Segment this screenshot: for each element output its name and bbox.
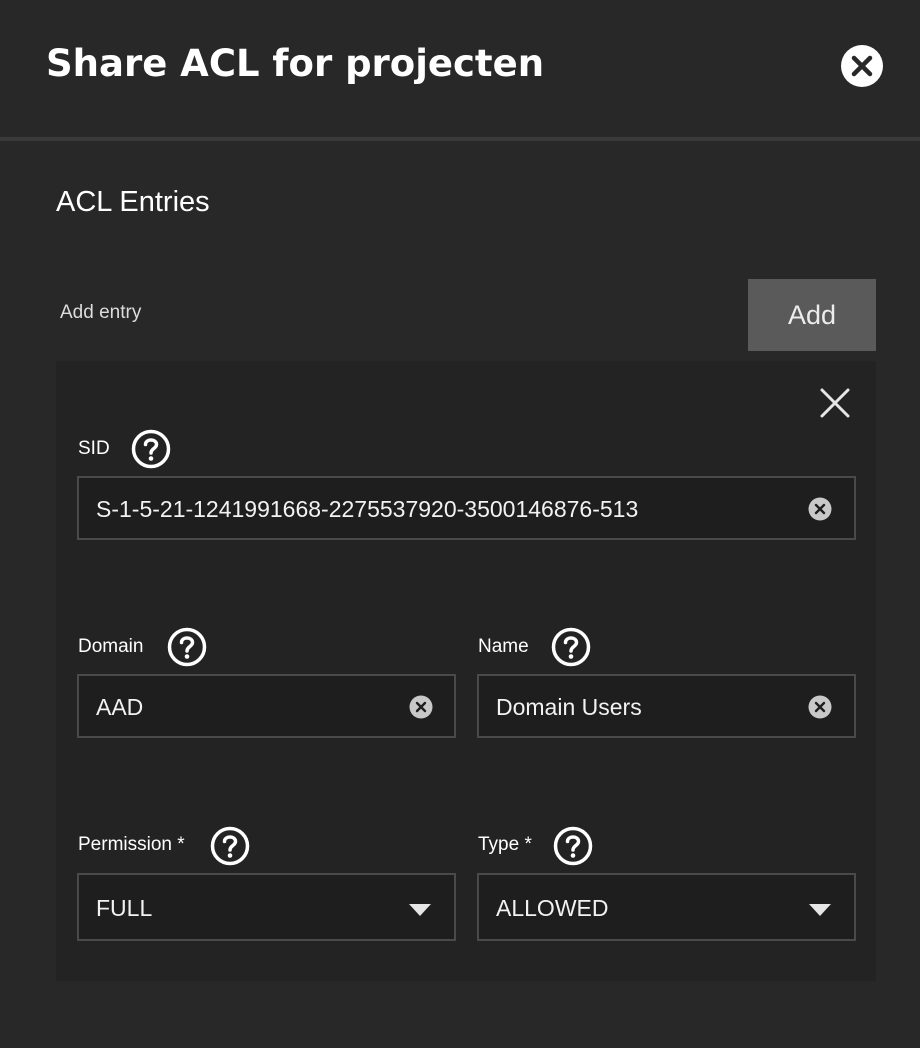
- name-value: Domain Users: [496, 694, 642, 720]
- sid-value: S-1-5-21-1241991668-2275537920-350014687…: [96, 496, 639, 522]
- chevron-down-icon: [409, 904, 431, 916]
- sid-clear-icon[interactable]: [808, 497, 832, 521]
- domain-label: Domain: [78, 636, 144, 657]
- name-help-icon[interactable]: [551, 627, 591, 667]
- remove-entry-close-icon[interactable]: [819, 387, 851, 419]
- add-entry-label: Add entry: [60, 302, 142, 323]
- type-select[interactable]: ALLOWED: [477, 873, 856, 941]
- sid-input[interactable]: S-1-5-21-1241991668-2275537920-350014687…: [77, 476, 856, 540]
- type-help-icon[interactable]: [553, 826, 593, 866]
- permission-value: FULL: [96, 895, 153, 921]
- domain-value: AAD: [96, 694, 144, 720]
- dialog-header: Share ACL for projecten: [0, 0, 920, 138]
- type-value: ALLOWED: [496, 895, 609, 921]
- name-label: Name: [478, 636, 529, 657]
- permission-help-icon[interactable]: [210, 826, 250, 866]
- header-divider: [0, 137, 920, 141]
- chevron-down-icon: [809, 904, 831, 916]
- add-entry-button[interactable]: Add: [748, 279, 876, 351]
- domain-help-icon[interactable]: [167, 627, 207, 667]
- domain-clear-icon[interactable]: [409, 695, 433, 719]
- acl-entry-card: SID S-1-5-21-1241991668-2275537920-35001…: [56, 361, 876, 981]
- dialog-title: Share ACL for projecten: [46, 42, 545, 85]
- name-input[interactable]: Domain Users: [477, 674, 856, 738]
- domain-input[interactable]: AAD: [77, 674, 456, 738]
- sid-label: SID: [78, 438, 110, 459]
- sid-help-icon[interactable]: [131, 429, 171, 469]
- close-dialog-button[interactable]: [841, 45, 883, 87]
- section-title: ACL Entries: [56, 186, 210, 218]
- permission-label: Permission *: [78, 834, 185, 855]
- name-clear-icon[interactable]: [808, 695, 832, 719]
- close-circle-icon: [851, 55, 873, 77]
- type-label: Type *: [478, 834, 532, 855]
- permission-select[interactable]: FULL: [77, 873, 456, 941]
